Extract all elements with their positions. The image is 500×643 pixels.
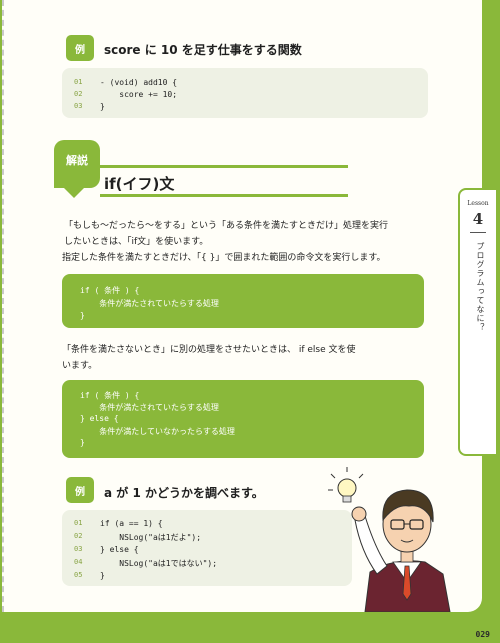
section-title: if(イフ)文 <box>104 175 175 193</box>
syntax-line: if ( 条件 ) { <box>80 286 140 295</box>
code-text: score += 10; <box>100 90 178 99</box>
syntax-box-if: if ( 条件 ) { 条件が満たされていたらする処理 } <box>62 274 424 328</box>
lesson-tab[interactable]: Lesson 4 プログラムってなに？ <box>458 188 496 456</box>
syntax-line: 条件が満たされていたらする処理 <box>80 299 219 308</box>
code-text: } else { <box>100 545 139 554</box>
example-badge: 例 <box>66 35 94 61</box>
syntax-line: 条件が満たしていなかったらする処理 <box>80 427 235 436</box>
code-text: - (void) add10 { <box>100 78 178 87</box>
lesson-divider <box>470 232 486 233</box>
code-text: } <box>100 571 105 580</box>
line-number: 03 <box>74 102 83 110</box>
lesson-title: プログラムってなに？ <box>476 242 485 332</box>
example-title: score に 10 を足す仕事をする関数 <box>104 43 302 57</box>
paragraph-line: 「もしも〜だったら〜をする」という「ある条件を満たすときだけ」処理を実行 <box>64 221 389 231</box>
syntax-line: } <box>80 438 85 447</box>
line-number: 05 <box>74 571 83 579</box>
line-number: 02 <box>74 90 83 98</box>
code-text: } <box>100 102 105 111</box>
syntax-box-if-else: if ( 条件 ) { 条件が満たされていたらする処理 } else { 条件が… <box>62 380 424 458</box>
example-badge: 例 <box>66 477 94 503</box>
syntax-line: } else { <box>80 414 119 423</box>
page-number: 029 <box>475 630 490 639</box>
paragraph-line: 指定した条件を満たすときだけ、「{ }」で囲まれた範囲の命令文を実行します。 <box>62 253 386 263</box>
code-block: 01 - (void) add10 { 02 score += 10; 03} <box>62 68 428 118</box>
book-page: 例 score に 10 を足す仕事をする関数 01 - (void) add10… <box>0 0 500 643</box>
line-number: 02 <box>74 532 83 540</box>
lesson-number: 4 <box>472 210 484 228</box>
paragraph-line: います。 <box>62 361 98 371</box>
heading-rule-top <box>100 165 348 168</box>
code-text: if (a == 1) { <box>100 519 163 528</box>
paragraph-line: 「条件を満たさないとき」に別の処理をさせたいときは、 if else 文を使 <box>62 345 356 355</box>
line-number: 03 <box>74 545 83 553</box>
code-text: NSLog("aは1ではない"); <box>100 559 218 568</box>
line-number: 01 <box>74 78 83 86</box>
syntax-line: if ( 条件 ) { <box>80 391 140 400</box>
paragraph-line: したいときは、「if文」を使います。 <box>64 237 209 247</box>
code-block: 01 if (a == 1) { 02 NSLog("aは1だよ"); 03 } e… <box>62 510 352 586</box>
teacher-character-illustration <box>328 467 451 612</box>
lightbulb-icon <box>328 467 364 503</box>
syntax-line: } <box>80 311 85 320</box>
syntax-line: 条件が満たされていたらする処理 <box>80 403 219 412</box>
example-title: a が 1 かどうかを調べます。 <box>104 486 264 500</box>
heading-rule-bottom <box>100 194 348 197</box>
lesson-label: Lesson <box>467 200 489 207</box>
section-badge: 解説 <box>54 140 100 198</box>
line-number: 01 <box>74 519 83 527</box>
line-number: 04 <box>74 558 83 566</box>
code-text: NSLog("aは1だよ"); <box>100 533 202 542</box>
